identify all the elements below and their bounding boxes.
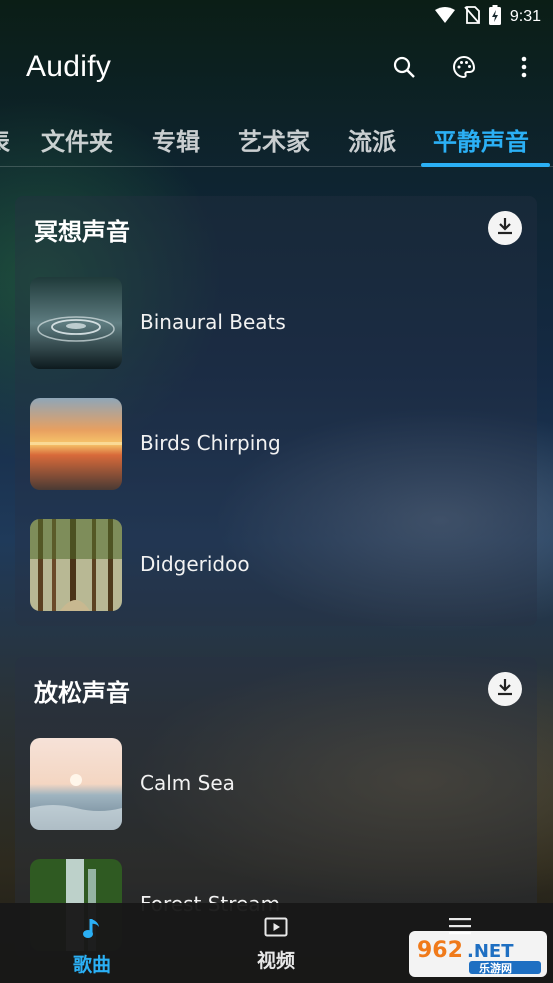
track-artwork (30, 398, 122, 490)
track-name: Calm Sea (140, 771, 235, 795)
battery-charging-icon (488, 5, 501, 29)
nav-songs[interactable]: 歌曲 (42, 917, 142, 977)
status-bar: 9:31 (0, 0, 553, 30)
no-sim-icon (464, 6, 480, 28)
list-item[interactable]: Birds Chirping (30, 398, 530, 490)
svg-text:乐游网: 乐游网 (479, 961, 512, 975)
track-artwork (30, 519, 122, 611)
tab-calm-sounds[interactable]: 平静声音 (433, 122, 529, 157)
download-icon (496, 678, 514, 700)
svg-text:962: 962 (417, 938, 463, 963)
nav-videos[interactable]: 视频 (226, 917, 326, 973)
section-card-meditation: 冥想声音 Binaural Beats Birds Chirping Didge… (15, 196, 537, 626)
section-title: 冥想声音 (34, 218, 130, 246)
download-button[interactable] (488, 211, 522, 245)
tab-genres[interactable]: 流派 (348, 122, 396, 157)
tab-albums[interactable]: 专辑 (152, 122, 200, 157)
tab-playlists[interactable]: 表 (0, 122, 10, 157)
search-button[interactable] (389, 54, 419, 84)
app-title: Audify (26, 50, 112, 83)
download-icon (496, 217, 514, 239)
music-note-icon (82, 919, 102, 946)
section-title: 放松声音 (34, 679, 130, 707)
active-tab-indicator (421, 163, 550, 167)
tab-artists[interactable]: 艺术家 (238, 122, 310, 157)
status-time: 9:31 (509, 8, 541, 25)
download-button[interactable] (488, 672, 522, 706)
list-item[interactable]: Calm Sea (30, 738, 530, 830)
nav-label: 歌曲 (72, 954, 111, 976)
palette-icon (452, 55, 476, 83)
watermark-logo: 962 .NET 乐游网 (409, 931, 547, 977)
wifi-icon (434, 7, 455, 27)
track-name: Binaural Beats (140, 310, 286, 334)
list-item[interactable]: Binaural Beats (30, 277, 530, 369)
more-vert-icon (521, 56, 527, 82)
track-name: Didgeridoo (140, 552, 250, 576)
track-artwork (30, 738, 122, 830)
search-icon (393, 56, 415, 82)
more-options-button[interactable] (509, 54, 539, 84)
svg-text:.NET: .NET (467, 941, 514, 962)
category-tabs: 表 文件夹 专辑 艺术家 流派 平静声音 (0, 118, 553, 167)
app-bar: Audify (0, 40, 553, 102)
video-icon (264, 917, 288, 942)
track-name: Birds Chirping (140, 431, 281, 455)
tab-folders[interactable]: 文件夹 (41, 122, 113, 157)
list-item[interactable]: Didgeridoo (30, 519, 530, 611)
theme-button[interactable] (449, 54, 479, 84)
track-artwork (30, 277, 122, 369)
nav-label: 视频 (256, 950, 295, 972)
